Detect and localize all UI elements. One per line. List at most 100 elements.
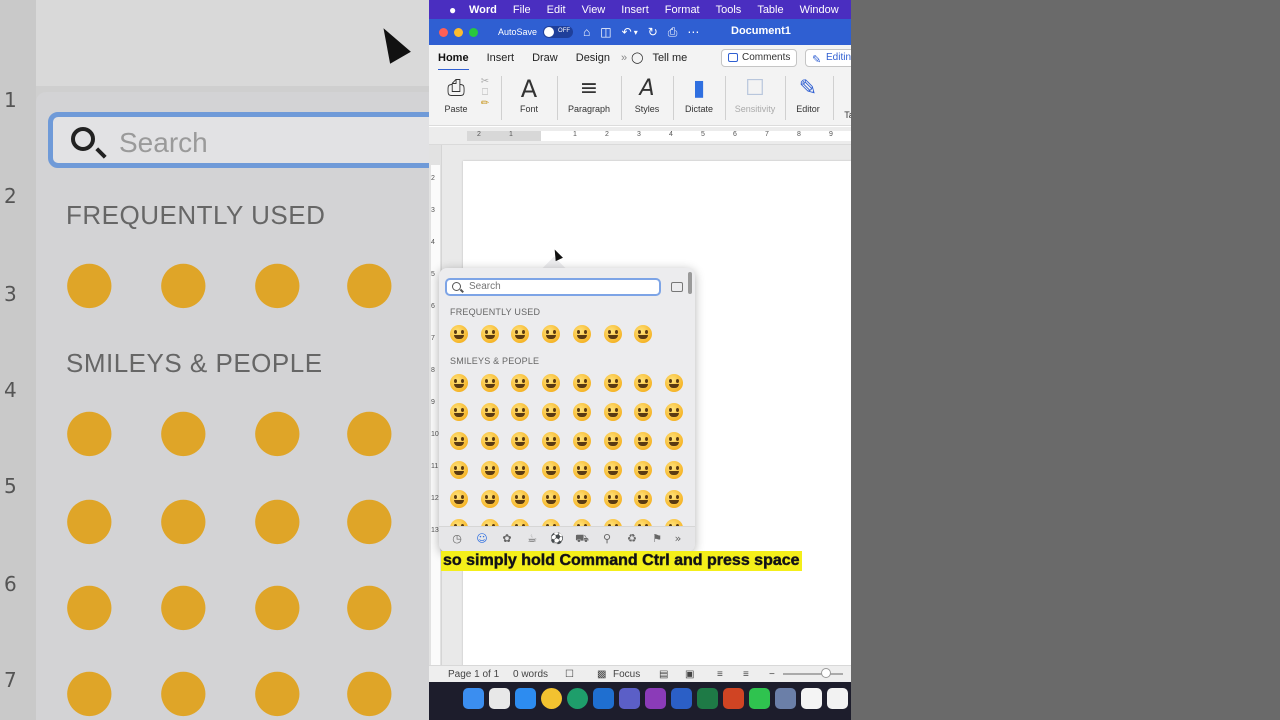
truncated-ribbon-label[interactable]: Ta [839, 110, 851, 120]
emoji-button[interactable] [541, 402, 561, 422]
emoji-button[interactable] [510, 373, 530, 393]
emoji-button[interactable] [480, 402, 500, 422]
emoji-button[interactable] [603, 373, 623, 393]
zoom-slider-thumb[interactable] [821, 668, 831, 678]
comments-button[interactable]: Comments [721, 49, 797, 67]
menu-insert[interactable]: Insert [613, 4, 657, 16]
screenshot-icon[interactable] [775, 688, 796, 709]
minimize-button[interactable] [454, 27, 463, 37]
editing-button[interactable]: ✎ Editing [805, 49, 851, 67]
word-icon[interactable] [671, 688, 692, 709]
edge-icon[interactable] [567, 688, 588, 709]
emoji-button[interactable] [510, 489, 530, 509]
undo-dropdown-chevron-icon[interactable]: ▾ [634, 28, 638, 37]
more-icon[interactable]: ⋯ [687, 25, 699, 39]
emoji-button[interactable] [480, 489, 500, 509]
emoji-button[interactable] [572, 431, 592, 451]
print-icon[interactable]: ⎙ [668, 25, 678, 40]
emoji-button[interactable] [633, 324, 653, 344]
emoji-button[interactable] [603, 489, 623, 509]
emoji-button[interactable] [541, 489, 561, 509]
menu-edit[interactable]: Edit [539, 4, 574, 16]
emoji-button[interactable] [480, 460, 500, 480]
emoji-button[interactable] [449, 373, 469, 393]
bulb-icon[interactable]: ⚲ [600, 532, 614, 546]
menu-app-name[interactable]: Word [461, 4, 505, 16]
format-painter-icon[interactable]: ✏ [477, 98, 493, 109]
emoji-button[interactable] [633, 460, 653, 480]
notes-icon[interactable] [801, 688, 822, 709]
ball-icon[interactable]: ⚽ [550, 532, 564, 546]
autosave-toggle[interactable]: OFF [543, 26, 574, 38]
styles-button[interactable]: A Styles [629, 74, 665, 114]
cut-icon[interactable]: ✂ [477, 76, 493, 87]
paragraph-button[interactable]: ≡ Paragraph [565, 74, 613, 114]
teams-icon[interactable] [619, 688, 640, 709]
emoji-search-field[interactable] [445, 278, 661, 296]
emoji-button[interactable] [633, 402, 653, 422]
apple-logo-icon[interactable]: ● [441, 3, 461, 17]
sensitivity-button[interactable]: ☐ Sensitivity [731, 74, 779, 114]
emoji-button[interactable] [603, 431, 623, 451]
menu-window[interactable]: Window [792, 4, 847, 16]
emoji-button[interactable] [633, 431, 653, 451]
onenote-icon[interactable] [645, 688, 666, 709]
focus-label[interactable]: Focus [613, 669, 640, 680]
emoji-button[interactable] [603, 460, 623, 480]
menu-file[interactable]: File [505, 4, 539, 16]
emoji-button[interactable] [480, 431, 500, 451]
emoji-button[interactable] [572, 489, 592, 509]
symbols-icon[interactable]: ♻ [625, 532, 639, 546]
proofing-icon[interactable]: ☐ [565, 669, 574, 680]
zoom-button[interactable] [469, 27, 478, 37]
food-icon[interactable]: ☕ [525, 532, 539, 546]
tab-design[interactable]: Design [567, 52, 619, 64]
dictate-button[interactable]: ▮ Dictate [681, 74, 717, 114]
emoji-button[interactable] [541, 324, 561, 344]
more-categories-icon[interactable]: » [671, 532, 685, 546]
clock-icon[interactable]: ◷ [450, 532, 464, 546]
emoji-button[interactable] [572, 373, 592, 393]
home-icon[interactable]: ⌂ [583, 25, 590, 39]
emoji-button[interactable] [480, 373, 500, 393]
emoji-button[interactable] [480, 324, 500, 344]
animal-icon[interactable]: ✿ [500, 532, 514, 546]
emoji-button[interactable] [449, 460, 469, 480]
draft-icon[interactable]: ≡ [743, 669, 749, 680]
font-button[interactable]: A Font [511, 74, 547, 114]
finder-icon[interactable] [463, 688, 484, 709]
emoji-button[interactable] [449, 431, 469, 451]
save-icon[interactable]: ◫ [600, 25, 611, 39]
editor-button[interactable]: ✎ Editor [791, 74, 825, 114]
zoom-slider[interactable] [783, 673, 843, 675]
focus-icon[interactable]: ▩ [597, 669, 606, 680]
launchpad-icon[interactable] [489, 688, 510, 709]
tell-me-field[interactable]: Tell me [652, 52, 687, 64]
outline-icon[interactable]: ≡ [717, 669, 723, 680]
menu-table[interactable]: Table [749, 4, 791, 16]
zoom-out-icon[interactable]: − [769, 669, 775, 680]
smiley-icon[interactable]: ☺ [475, 532, 489, 546]
emoji-button[interactable] [664, 402, 684, 422]
character-viewer-icon[interactable] [671, 282, 683, 292]
page-count[interactable]: Page 1 of 1 [448, 669, 499, 680]
emoji-button[interactable] [633, 373, 653, 393]
menu-tools[interactable]: Tools [708, 4, 750, 16]
flag-icon[interactable]: ⚑ [650, 532, 664, 546]
emoji-button[interactable] [664, 373, 684, 393]
paste-button[interactable]: ⎙ Paste [441, 74, 471, 114]
word-count[interactable]: 0 words [513, 669, 548, 680]
emoji-search-input[interactable] [469, 281, 649, 292]
preview-icon[interactable] [827, 688, 848, 709]
emoji-button[interactable] [664, 489, 684, 509]
emoji-button[interactable] [449, 489, 469, 509]
car-icon[interactable]: ⛟ [575, 532, 589, 546]
emoji-button[interactable] [510, 460, 530, 480]
facetime-icon[interactable] [749, 688, 770, 709]
emoji-button[interactable] [603, 324, 623, 344]
undo-icon[interactable]: ↶ [622, 25, 632, 39]
web-layout-icon[interactable]: ▣ [685, 669, 694, 680]
emoji-button[interactable] [633, 489, 653, 509]
redo-icon[interactable]: ↻ [648, 25, 658, 39]
excel-icon[interactable] [697, 688, 718, 709]
